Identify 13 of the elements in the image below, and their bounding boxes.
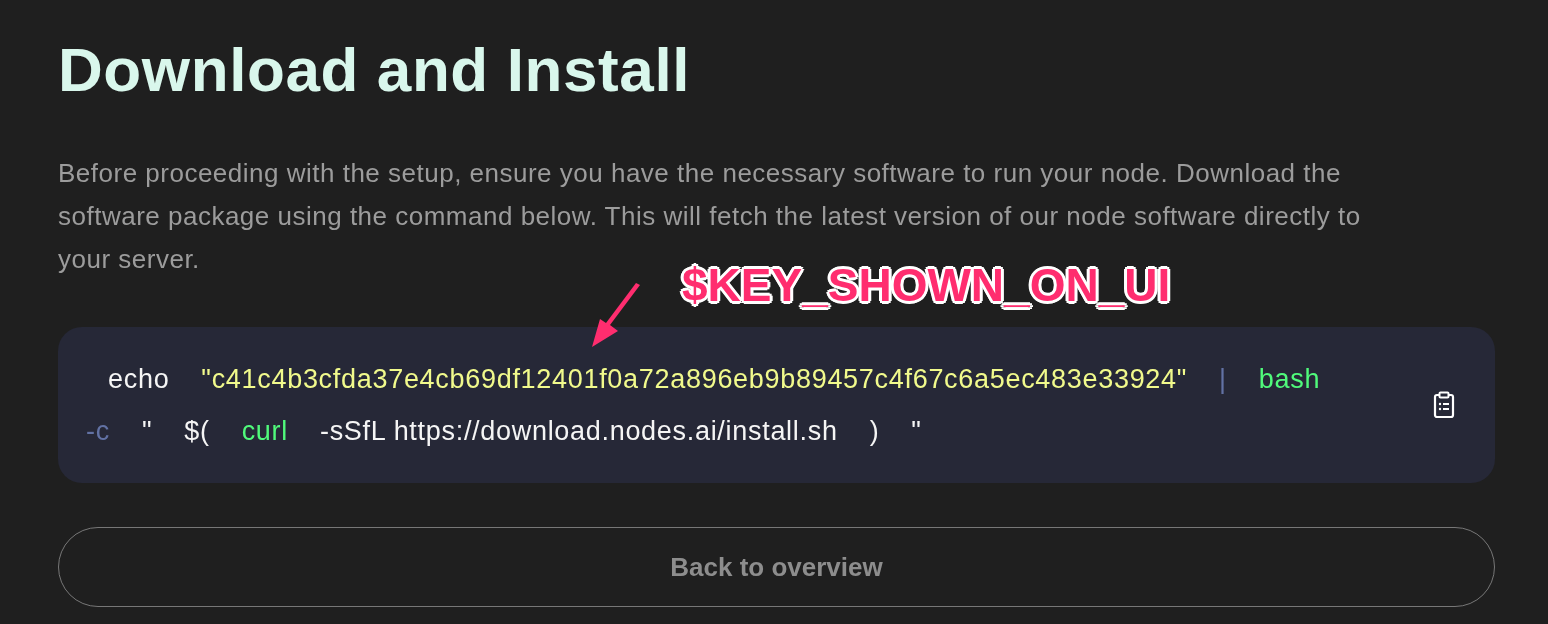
code-token: )	[869, 415, 880, 448]
code-token: curl	[241, 415, 288, 448]
page-heading: Download and Install	[58, 34, 692, 106]
code-token: -c	[86, 415, 110, 448]
code-token: |	[1219, 363, 1227, 396]
code-token: "c41c4b3cfda37e4cb69df12401f0a72a896eb9b89457c4f67c6a5ec483e33924"	[201, 363, 1188, 396]
code-token: echo	[108, 363, 170, 396]
code-token: bash	[1258, 363, 1321, 396]
code-token: "	[141, 415, 153, 448]
clipboard-icon[interactable]	[1433, 391, 1455, 419]
code-token: "	[911, 415, 922, 448]
code-token: -sSfL https://download.nodes.ai/install.sh	[319, 415, 838, 448]
code-token: $(	[184, 415, 210, 448]
